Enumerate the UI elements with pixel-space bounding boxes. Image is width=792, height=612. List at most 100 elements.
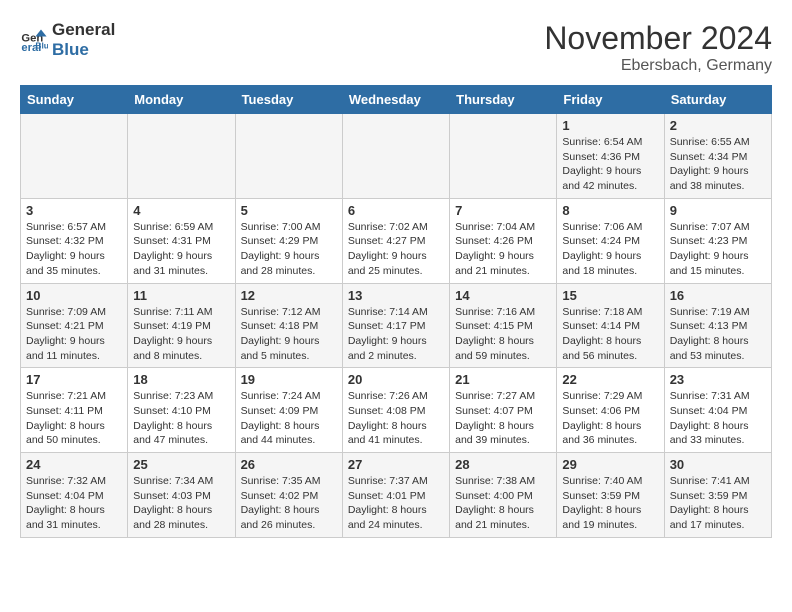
day-number: 23 bbox=[670, 372, 766, 387]
day-cell: 27 Sunrise: 7:37 AM Sunset: 4:01 PM Dayli… bbox=[342, 453, 449, 538]
header-wednesday: Wednesday bbox=[342, 86, 449, 114]
day-cell: 13 Sunrise: 7:14 AM Sunset: 4:17 PM Dayli… bbox=[342, 283, 449, 368]
day-info: Sunrise: 7:09 AM Sunset: 4:21 PM Dayligh… bbox=[26, 305, 122, 364]
week-row-5: 24 Sunrise: 7:32 AM Sunset: 4:04 PM Dayli… bbox=[21, 453, 772, 538]
day-number: 13 bbox=[348, 288, 444, 303]
day-cell: 29Sunrise: 7:40 AM Sunset: 3:59 PM Dayli… bbox=[557, 453, 664, 538]
day-cell: 14 Sunrise: 7:16 AM Sunset: 4:15 PM Dayli… bbox=[450, 283, 557, 368]
day-number: 27 bbox=[348, 457, 444, 472]
day-info: Sunrise: 7:32 AM Sunset: 4:04 PM Dayligh… bbox=[26, 474, 122, 533]
title-block: November 2024 Ebersbach, Germany bbox=[544, 20, 772, 75]
day-info: Sunrise: 6:55 AM Sunset: 4:34 PM Dayligh… bbox=[670, 135, 766, 194]
day-number: 15 bbox=[562, 288, 658, 303]
logo-blue: Blue bbox=[52, 40, 115, 60]
day-number: 6 bbox=[348, 203, 444, 218]
day-cell: 5 Sunrise: 7:00 AM Sunset: 4:29 PM Daylig… bbox=[235, 198, 342, 283]
day-info: Sunrise: 7:40 AM Sunset: 3:59 PM Dayligh… bbox=[562, 474, 658, 533]
logo: Gen eral Blue General Blue bbox=[20, 20, 115, 61]
day-info: Sunrise: 7:31 AM Sunset: 4:04 PM Dayligh… bbox=[670, 389, 766, 448]
logo-icon: Gen eral Blue bbox=[20, 26, 48, 54]
day-info: Sunrise: 7:27 AM Sunset: 4:07 PM Dayligh… bbox=[455, 389, 551, 448]
day-info: Sunrise: 7:18 AM Sunset: 4:14 PM Dayligh… bbox=[562, 305, 658, 364]
day-info: Sunrise: 7:19 AM Sunset: 4:13 PM Dayligh… bbox=[670, 305, 766, 364]
day-number: 2 bbox=[670, 118, 766, 133]
day-number: 18 bbox=[133, 372, 229, 387]
day-number: 1 bbox=[562, 118, 658, 133]
week-row-1: 1 Sunrise: 6:54 AM Sunset: 4:36 PM Daylig… bbox=[21, 114, 772, 199]
header-saturday: Saturday bbox=[664, 86, 771, 114]
day-info: Sunrise: 7:00 AM Sunset: 4:29 PM Dayligh… bbox=[241, 220, 337, 279]
day-cell bbox=[342, 114, 449, 199]
calendar-body: 1 Sunrise: 6:54 AM Sunset: 4:36 PM Daylig… bbox=[21, 114, 772, 538]
day-info: Sunrise: 7:24 AM Sunset: 4:09 PM Dayligh… bbox=[241, 389, 337, 448]
header-monday: Monday bbox=[128, 86, 235, 114]
week-row-2: 3Sunrise: 6:57 AM Sunset: 4:32 PM Daylig… bbox=[21, 198, 772, 283]
day-number: 17 bbox=[26, 372, 122, 387]
day-number: 11 bbox=[133, 288, 229, 303]
location-subtitle: Ebersbach, Germany bbox=[544, 57, 772, 75]
day-info: Sunrise: 7:29 AM Sunset: 4:06 PM Dayligh… bbox=[562, 389, 658, 448]
header-sunday: Sunday bbox=[21, 86, 128, 114]
day-info: Sunrise: 7:38 AM Sunset: 4:00 PM Dayligh… bbox=[455, 474, 551, 533]
page-header: Gen eral Blue General Blue November 2024… bbox=[20, 20, 772, 75]
day-cell: 18 Sunrise: 7:23 AM Sunset: 4:10 PM Dayli… bbox=[128, 368, 235, 453]
header-row: SundayMondayTuesdayWednesdayThursdayFrid… bbox=[21, 86, 772, 114]
day-number: 19 bbox=[241, 372, 337, 387]
day-info: Sunrise: 7:21 AM Sunset: 4:11 PM Dayligh… bbox=[26, 389, 122, 448]
day-number: 7 bbox=[455, 203, 551, 218]
day-info: Sunrise: 7:37 AM Sunset: 4:01 PM Dayligh… bbox=[348, 474, 444, 533]
day-cell: 25 Sunrise: 7:34 AM Sunset: 4:03 PM Dayli… bbox=[128, 453, 235, 538]
day-cell: 16Sunrise: 7:19 AM Sunset: 4:13 PM Dayli… bbox=[664, 283, 771, 368]
day-info: Sunrise: 6:54 AM Sunset: 4:36 PM Dayligh… bbox=[562, 135, 658, 194]
day-cell: 23 Sunrise: 7:31 AM Sunset: 4:04 PM Dayli… bbox=[664, 368, 771, 453]
day-cell: 26 Sunrise: 7:35 AM Sunset: 4:02 PM Dayli… bbox=[235, 453, 342, 538]
day-number: 25 bbox=[133, 457, 229, 472]
day-info: Sunrise: 7:16 AM Sunset: 4:15 PM Dayligh… bbox=[455, 305, 551, 364]
day-cell: 2 Sunrise: 6:55 AM Sunset: 4:34 PM Daylig… bbox=[664, 114, 771, 199]
day-cell: 10 Sunrise: 7:09 AM Sunset: 4:21 PM Dayli… bbox=[21, 283, 128, 368]
day-number: 14 bbox=[455, 288, 551, 303]
day-cell: 17 Sunrise: 7:21 AM Sunset: 4:11 PM Dayli… bbox=[21, 368, 128, 453]
day-cell: 28Sunrise: 7:38 AM Sunset: 4:00 PM Dayli… bbox=[450, 453, 557, 538]
day-info: Sunrise: 6:57 AM Sunset: 4:32 PM Dayligh… bbox=[26, 220, 122, 279]
day-info: Sunrise: 7:35 AM Sunset: 4:02 PM Dayligh… bbox=[241, 474, 337, 533]
day-cell: 3Sunrise: 6:57 AM Sunset: 4:32 PM Daylig… bbox=[21, 198, 128, 283]
week-row-3: 10 Sunrise: 7:09 AM Sunset: 4:21 PM Dayli… bbox=[21, 283, 772, 368]
day-cell bbox=[128, 114, 235, 199]
day-number: 30 bbox=[670, 457, 766, 472]
svg-text:Blue: Blue bbox=[35, 41, 48, 51]
day-number: 22 bbox=[562, 372, 658, 387]
day-info: Sunrise: 7:11 AM Sunset: 4:19 PM Dayligh… bbox=[133, 305, 229, 364]
day-cell: 24 Sunrise: 7:32 AM Sunset: 4:04 PM Dayli… bbox=[21, 453, 128, 538]
day-info: Sunrise: 6:59 AM Sunset: 4:31 PM Dayligh… bbox=[133, 220, 229, 279]
day-info: Sunrise: 7:34 AM Sunset: 4:03 PM Dayligh… bbox=[133, 474, 229, 533]
day-number: 4 bbox=[133, 203, 229, 218]
day-number: 5 bbox=[241, 203, 337, 218]
day-cell: 4 Sunrise: 6:59 AM Sunset: 4:31 PM Daylig… bbox=[128, 198, 235, 283]
day-cell bbox=[21, 114, 128, 199]
day-cell: 30 Sunrise: 7:41 AM Sunset: 3:59 PM Dayli… bbox=[664, 453, 771, 538]
day-number: 24 bbox=[26, 457, 122, 472]
day-cell: 9Sunrise: 7:07 AM Sunset: 4:23 PM Daylig… bbox=[664, 198, 771, 283]
day-info: Sunrise: 7:23 AM Sunset: 4:10 PM Dayligh… bbox=[133, 389, 229, 448]
day-cell: 19 Sunrise: 7:24 AM Sunset: 4:09 PM Dayli… bbox=[235, 368, 342, 453]
header-friday: Friday bbox=[557, 86, 664, 114]
day-cell: 6Sunrise: 7:02 AM Sunset: 4:27 PM Daylig… bbox=[342, 198, 449, 283]
day-cell: 8Sunrise: 7:06 AM Sunset: 4:24 PM Daylig… bbox=[557, 198, 664, 283]
day-info: Sunrise: 7:07 AM Sunset: 4:23 PM Dayligh… bbox=[670, 220, 766, 279]
day-cell: 1 Sunrise: 6:54 AM Sunset: 4:36 PM Daylig… bbox=[557, 114, 664, 199]
header-thursday: Thursday bbox=[450, 86, 557, 114]
day-number: 21 bbox=[455, 372, 551, 387]
day-info: Sunrise: 7:06 AM Sunset: 4:24 PM Dayligh… bbox=[562, 220, 658, 279]
day-number: 26 bbox=[241, 457, 337, 472]
day-number: 10 bbox=[26, 288, 122, 303]
calendar-header: SundayMondayTuesdayWednesdayThursdayFrid… bbox=[21, 86, 772, 114]
day-info: Sunrise: 7:12 AM Sunset: 4:18 PM Dayligh… bbox=[241, 305, 337, 364]
day-info: Sunrise: 7:26 AM Sunset: 4:08 PM Dayligh… bbox=[348, 389, 444, 448]
day-cell: 12Sunrise: 7:12 AM Sunset: 4:18 PM Dayli… bbox=[235, 283, 342, 368]
day-cell bbox=[450, 114, 557, 199]
logo-general: General bbox=[52, 20, 115, 40]
day-cell: 7Sunrise: 7:04 AM Sunset: 4:26 PM Daylig… bbox=[450, 198, 557, 283]
day-info: Sunrise: 7:14 AM Sunset: 4:17 PM Dayligh… bbox=[348, 305, 444, 364]
day-info: Sunrise: 7:41 AM Sunset: 3:59 PM Dayligh… bbox=[670, 474, 766, 533]
